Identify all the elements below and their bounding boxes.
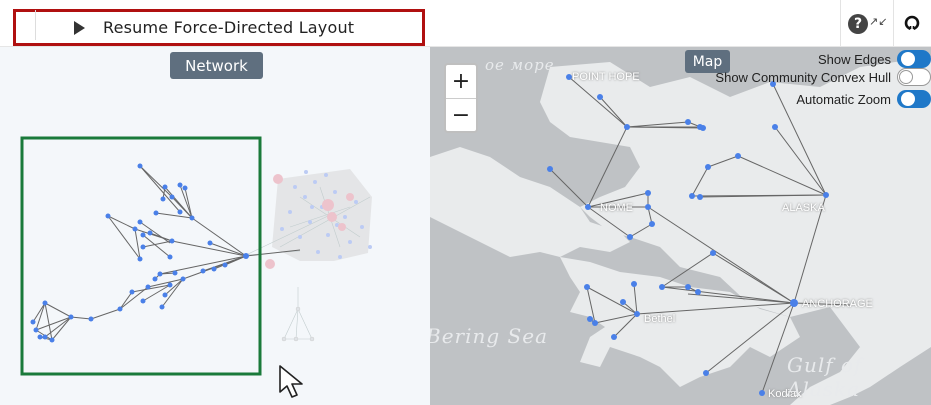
sea-label: ое море [485,56,555,74]
place-label: NOME [600,202,633,214]
toolbar-divider [893,0,894,46]
help-button[interactable]: ? ↗↙ [848,14,887,34]
option-show-edges: Show Edges [818,49,931,69]
help-circle-icon: ? [848,14,868,34]
show-convex-hull-toggle[interactable] [897,68,931,86]
automatic-zoom-toggle[interactable] [897,90,931,108]
zoom-out-button[interactable]: − [446,99,476,132]
mouse-cursor-icon [279,365,303,398]
network-nodes [30,163,249,343]
place-label: Bethel [644,313,676,325]
option-label: Show Community Convex Hull [715,69,891,85]
selection-highlight-box [20,136,262,376]
network-panel[interactable]: Network [0,47,430,405]
zoom-control: + − [444,63,478,133]
show-edges-toggle[interactable] [897,50,931,68]
network-graph[interactable] [0,47,430,405]
network-badge: Network [170,52,263,79]
option-show-convex-hull: Show Community Convex Hull [715,67,931,87]
place-label: ANCHORAGE [802,298,873,310]
github-icon [904,15,920,31]
option-label: Show Edges [818,51,891,67]
toolbar-divider [840,0,841,46]
place-label: POINT HOPE [572,71,640,83]
github-button[interactable] [904,15,920,35]
place-label: ALASKA [782,202,825,214]
sea-label: Gulf of Alaska [787,353,863,401]
toolbar: Resume Force-Directed Layout ? ↗↙ [0,0,931,47]
sea-label: Bering Sea [430,324,548,348]
toolbar-divider [35,10,36,40]
option-automatic-zoom: Automatic Zoom [796,89,931,109]
resume-layout-button[interactable]: Resume Force-Directed Layout [13,9,425,46]
collapse-arrows-icon: ↗↙ [869,14,888,28]
map-panel[interactable]: POINT HOPE NOME ALASKA ANCHORAGE Bethel … [430,47,931,405]
zoom-in-button[interactable]: + [446,65,476,99]
play-icon [74,20,85,35]
option-label: Automatic Zoom [796,91,891,107]
resume-layout-label: Resume Force-Directed Layout [103,18,355,37]
network-cluster-faded [245,169,372,342]
